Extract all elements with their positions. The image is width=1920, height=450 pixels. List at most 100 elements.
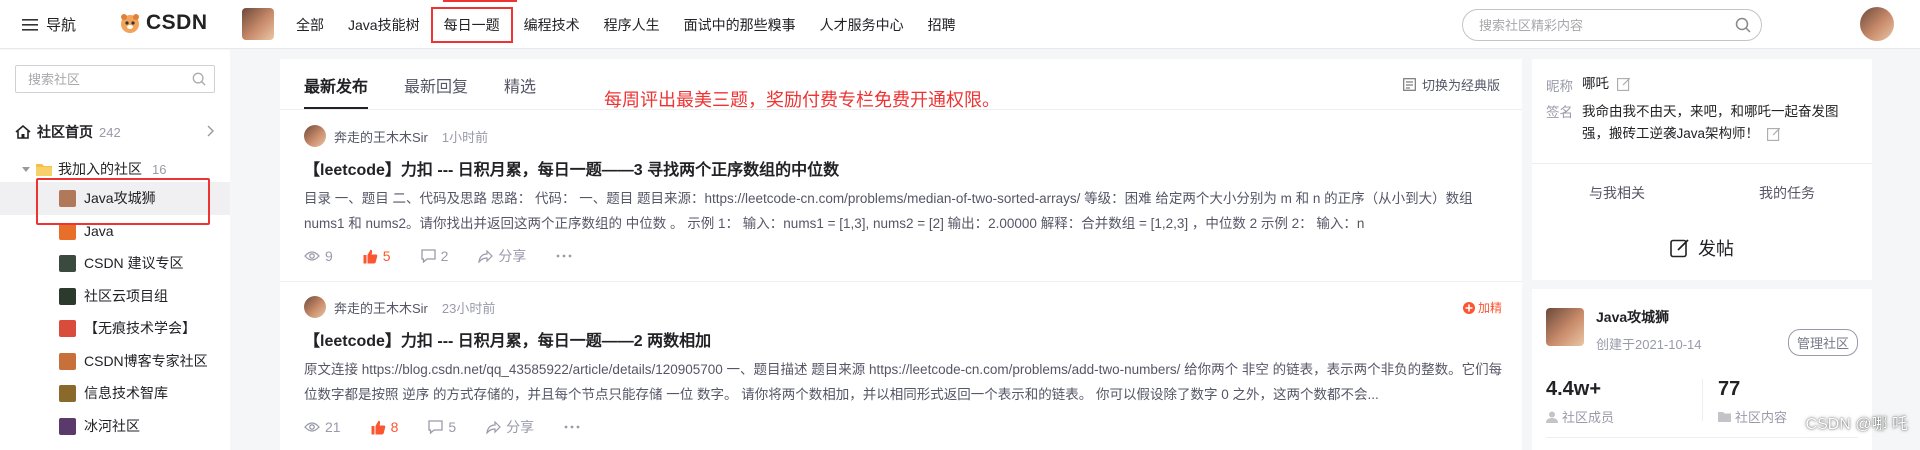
tabs-divider — [280, 109, 1522, 110]
views-value: 21 — [325, 419, 341, 435]
nav-toggle-button[interactable]: 导航 — [22, 14, 76, 35]
nav-item[interactable]: 每日一题 — [430, 6, 513, 43]
community-icon — [59, 385, 76, 402]
profile-card: 昵称 哪吒 签名 我命由我不由天，来吧，和哪吒一起奋发图强，搬砖工逆袭Java架… — [1532, 59, 1872, 222]
members-label: 社区成员 — [1562, 410, 1615, 425]
nav-item[interactable]: 人才服务中心 — [820, 15, 904, 35]
top-search-input[interactable] — [1477, 16, 1717, 34]
nav-item[interactable]: 面试中的那些糗事 — [684, 15, 796, 35]
more-button[interactable] — [556, 254, 572, 258]
edit-icon[interactable] — [1617, 77, 1631, 91]
post-time: 23小时前 — [441, 300, 496, 316]
tab-my-tasks[interactable]: 我的任务 — [1702, 164, 1872, 222]
sidebar-community-item[interactable]: CSDN 建议专区 — [0, 247, 230, 280]
community-icon — [59, 417, 76, 435]
nav-item[interactable]: Java技能树 — [348, 15, 420, 35]
nickname-value: 哪吒 — [1582, 76, 1609, 91]
share-label: 分享 — [498, 248, 527, 264]
sidebar-community-item[interactable]: 【无痕技术学会】 — [0, 312, 230, 345]
comments-value: 2 — [440, 248, 449, 264]
share-button[interactable]: 分享 — [486, 417, 534, 437]
share-button[interactable]: 分享 — [478, 246, 526, 266]
featured-label: 加精 — [1477, 301, 1502, 315]
sidebar-community-label: CSDN博客专家社区 — [84, 352, 208, 369]
signature-key: 签名 — [1546, 105, 1573, 120]
user-avatar[interactable] — [1860, 7, 1894, 41]
brand-name: CSDN — [146, 11, 208, 34]
views-value: 9 — [325, 248, 333, 264]
sidebar-search-input[interactable] — [26, 71, 186, 88]
thumbs-up-icon — [363, 249, 378, 263]
nav-item[interactable]: 程序人生 — [604, 15, 660, 35]
feed-tab[interactable]: 最新回复 — [404, 73, 468, 109]
sidebar-community-item[interactable]: 冰河社区 — [0, 410, 230, 443]
post-title[interactable]: 【leetcode】力扣 --- 日积月累，每日一题——3 寻找两个正序数组的中… — [304, 156, 1504, 180]
sidebar-community-label: CSDN 建议专区 — [84, 255, 184, 272]
stat-divider — [1702, 379, 1703, 421]
nav-item[interactable]: 编程技术 — [524, 15, 580, 35]
like-button[interactable]: 5 — [363, 248, 391, 264]
top-bar: 导航 CSDN 全部 Java技能树 每日一题 编程技术 程序人生 面试中的那些糗事 人才服… — [0, 0, 1920, 49]
sidebar-community-item[interactable]: 社区云项目组 — [0, 280, 230, 313]
feed-tab[interactable]: 精选 — [504, 73, 536, 109]
more-icon — [556, 254, 572, 258]
comment-button[interactable]: 2 — [420, 248, 449, 264]
post-time: 1小时前 — [441, 129, 489, 145]
user-icon — [1546, 411, 1558, 423]
csdn-mascot-icon — [121, 14, 139, 33]
community-logo[interactable] — [1546, 308, 1584, 346]
likes-value: 8 — [390, 419, 399, 435]
share-label: 分享 — [506, 419, 535, 435]
views-count: 21 — [304, 419, 341, 435]
feed-tab[interactable]: 最新发布 — [304, 73, 369, 109]
post-item[interactable]: 奔走的王木木Sir 1小时前 【leetcode】力扣 --- 日积月累，每日一… — [304, 124, 1504, 266]
more-button[interactable] — [564, 425, 580, 429]
comment-icon — [428, 420, 444, 434]
post-item[interactable]: 奔走的王木木Sir 23小时前 加精 【leetcode】力扣 --- 日积月累… — [304, 295, 1504, 437]
search-icon[interactable] — [192, 72, 206, 86]
nav-item[interactable]: 招聘 — [928, 15, 956, 35]
csdn-logo[interactable]: CSDN — [118, 11, 208, 35]
content-stat[interactable]: 77 社区内容 — [1718, 378, 1787, 426]
sidebar-search-box[interactable] — [15, 65, 215, 93]
sidebar-joined-count: 16 — [152, 161, 167, 177]
top-nav: 全部 Java技能树 每日一题 编程技术 程序人生 面试中的那些糗事 人才服务中心 招聘 — [296, 0, 980, 49]
switch-classic-button[interactable]: 切换为经典版 — [1403, 75, 1500, 94]
top-search-box[interactable] — [1462, 9, 1762, 41]
sidebar-community-item[interactable]: 信息技术智库 — [0, 377, 230, 410]
author-avatar[interactable] — [304, 296, 326, 318]
nav-item[interactable]: 全部 — [296, 15, 324, 35]
community-name[interactable]: Java攻城狮 — [1596, 307, 1669, 327]
share-icon — [478, 249, 494, 263]
tab-related-to-me[interactable]: 与我相关 — [1532, 164, 1702, 222]
content-number: 77 — [1718, 378, 1741, 400]
post-excerpt[interactable]: 原文连接 https://blog.csdn.net/qq_43585922/a… — [304, 357, 1504, 407]
members-stat[interactable]: 4.4w+ 社区成员 — [1546, 378, 1614, 426]
sidebar-joined-group[interactable]: 我加入的社区 16 — [22, 159, 166, 179]
switch-classic-label: 切换为经典版 — [1421, 78, 1500, 93]
menu-icon — [22, 18, 38, 31]
like-button[interactable]: 8 — [371, 419, 399, 435]
sidebar-community-label: 社区云项目组 — [84, 287, 168, 304]
new-post-button[interactable]: 发帖 — [1532, 216, 1872, 280]
caret-down-icon — [22, 167, 30, 172]
post-divider — [280, 281, 1522, 282]
sidebar-home[interactable]: 社区首页 242 — [15, 122, 215, 142]
post-author[interactable]: 奔走的王木木Sir — [334, 127, 428, 146]
likes-value: 5 — [382, 248, 391, 264]
sidebar-community-item[interactable]: CSDN博客专家社区 — [0, 345, 230, 378]
content-label: 社区内容 — [1735, 410, 1788, 425]
comment-button[interactable]: 5 — [428, 419, 456, 435]
manage-community-button[interactable]: 管理社区 — [1787, 329, 1858, 356]
post-title[interactable]: 【leetcode】力扣 --- 日积月累，每日一题——2 两数相加 — [304, 327, 1504, 351]
edit-icon[interactable] — [1766, 127, 1781, 142]
author-avatar[interactable] — [304, 125, 326, 147]
community-icon — [59, 352, 76, 370]
plus-circle-icon — [1462, 301, 1475, 314]
post-excerpt[interactable]: 目录 一、题目 二、代码及思路 思路： 代码： 一、题目 题目来源：https:… — [304, 186, 1504, 236]
highlight-box — [36, 178, 210, 225]
post-author[interactable]: 奔走的王木木Sir — [334, 298, 428, 317]
search-icon[interactable] — [1735, 17, 1751, 33]
profile-tabs: 与我相关 我的任务 — [1532, 163, 1872, 222]
community-avatar[interactable] — [242, 8, 274, 40]
